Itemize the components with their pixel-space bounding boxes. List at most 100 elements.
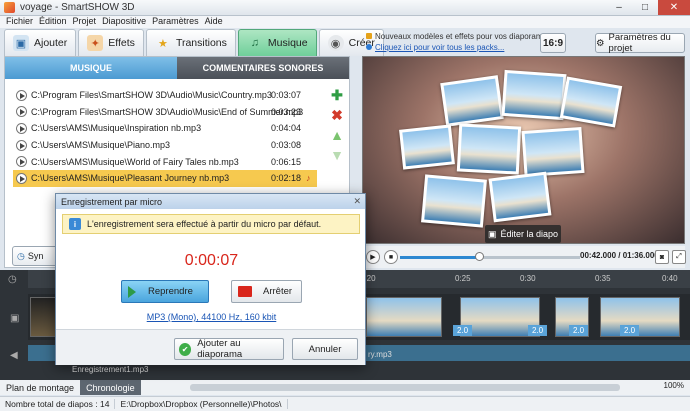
create-icon: ◉ xyxy=(327,35,344,51)
globe-icon xyxy=(366,44,372,50)
clock-icon: ◷ xyxy=(17,250,25,261)
speaker-icon: ◀ xyxy=(10,350,18,361)
ruler-tick: 0:35 xyxy=(595,274,611,283)
add-track-icon[interactable]: ✚ xyxy=(329,87,345,103)
delete-track-icon[interactable]: ✖ xyxy=(329,107,345,123)
dialog-footer: ✔ Ajouter au diaporama Annuler xyxy=(56,329,365,365)
audio-clip-label: ry.mp3 xyxy=(368,350,392,359)
move-up-icon[interactable]: ▲ xyxy=(329,127,345,143)
tab-effects-label: Effets xyxy=(108,37,135,49)
effects-icon: ✦ xyxy=(87,35,104,51)
track-path: C:\Program Files\SmartSHOW 3D\Audio\Musi… xyxy=(31,106,304,117)
menu-project[interactable]: Projet xyxy=(73,16,97,28)
subtab-music[interactable]: MUSIQUE xyxy=(5,57,177,79)
news-link[interactable]: Cliquez ici pour voir tous les packs... xyxy=(375,43,504,52)
tab-effects[interactable]: ✦ Effets xyxy=(78,29,144,56)
play-icon xyxy=(128,285,136,298)
playback-time: 00:42.000 / 01:36.000 xyxy=(580,251,659,260)
stop-button[interactable]: ■ xyxy=(384,250,398,264)
aspect-ratio-button[interactable]: 16:9 xyxy=(540,33,566,53)
play-icon[interactable] xyxy=(16,156,27,168)
slide-thumbnail[interactable] xyxy=(30,297,58,337)
zoom-level: 100% xyxy=(663,381,684,390)
play-icon[interactable] xyxy=(16,122,27,134)
menu-edit[interactable]: Édition xyxy=(39,16,67,28)
move-down-icon[interactable]: ▼ xyxy=(329,147,345,163)
ruler-tick: 0:25 xyxy=(455,274,471,283)
tab-timeline[interactable]: Chronologie xyxy=(80,380,141,395)
project-settings-button[interactable]: ⚙ Paramètres du projet xyxy=(595,32,685,54)
window-title: voyage - SmartSHOW 3D xyxy=(20,2,135,13)
preview-photo xyxy=(521,126,585,178)
preview-photo xyxy=(440,75,504,127)
ruler-tick: 0:30 xyxy=(520,274,536,283)
track-path: C:\Users\AMS\Musique\World of Fairy Tale… xyxy=(31,156,239,167)
subtab-voice-comments[interactable]: COMMENTAIRES SONORES xyxy=(177,57,349,79)
track-list: C:\Program Files\SmartSHOW 3D\Audio\Musi… xyxy=(13,87,317,187)
recording-timer: 0:00:07 xyxy=(184,252,239,269)
menu-bar: Fichier Édition Projet Diapositive Param… xyxy=(0,16,690,28)
transition-duration: 2.0 xyxy=(620,325,640,336)
resume-button[interactable]: Reprendre xyxy=(121,280,209,303)
close-icon[interactable]: ✕ xyxy=(353,196,361,207)
ruler-tick: 0:40 xyxy=(662,274,678,283)
track-row[interactable]: C:\Program Files\SmartSHOW 3D\Audio\Musi… xyxy=(13,87,317,104)
minimize-button[interactable]: – xyxy=(606,0,632,15)
play-icon[interactable] xyxy=(16,139,27,151)
edit-slide-button[interactable]: ▣ Éditer la diapo xyxy=(485,225,561,243)
check-icon: ✔ xyxy=(179,342,192,356)
slide-thumbnail[interactable] xyxy=(600,297,680,337)
track-row[interactable]: C:\Users\AMS\Musique\World of Fairy Tale… xyxy=(13,153,317,170)
play-icon[interactable] xyxy=(16,106,27,118)
menu-help[interactable]: Aide xyxy=(205,16,223,28)
track-row[interactable]: C:\Program Files\SmartSHOW 3D\Audio\Musi… xyxy=(13,104,317,121)
horizontal-scrollbar[interactable] xyxy=(190,384,620,391)
status-bar: Nombre total de diapos : 14 E:\Dropbox\D… xyxy=(0,396,690,411)
clock-icon: ◷ xyxy=(8,274,17,285)
tab-music[interactable]: ♫ Musique xyxy=(237,29,317,56)
title-bar: voyage - SmartSHOW 3D – □ ✕ xyxy=(0,0,690,16)
play-icon[interactable] xyxy=(16,89,27,101)
news-icon xyxy=(366,33,372,39)
slide-thumbnail[interactable] xyxy=(366,297,442,337)
menu-slide[interactable]: Diapositive xyxy=(102,16,146,28)
slide-preview[interactable] xyxy=(362,56,685,244)
audio-format-link[interactable]: MP3 (Mono), 44100 Hz, 160 kbit xyxy=(56,312,367,322)
news-banner: Nouveaux modèles et effets pour vos diap… xyxy=(365,30,551,54)
preview-photo xyxy=(501,69,567,121)
resume-label: Reprendre xyxy=(148,286,193,297)
track-duration: 0:04:04 xyxy=(271,123,302,134)
tab-transitions[interactable]: ★ Transitions xyxy=(145,29,236,56)
track-duration: 0:03:23 xyxy=(271,106,302,117)
add-to-slideshow-button[interactable]: ✔ Ajouter au diaporama xyxy=(174,338,284,360)
snapshot-icon[interactable]: ◙ xyxy=(655,250,669,264)
track-row[interactable]: C:\Users\AMS\Musique\Inspiration nb.mp3 … xyxy=(13,120,317,137)
fullscreen-icon[interactable]: ⤢ xyxy=(672,250,686,264)
close-button[interactable]: ✕ xyxy=(658,0,690,15)
tab-music-label: Musique xyxy=(267,37,308,49)
preview-photo xyxy=(421,174,487,228)
add-to-slideshow-label: Ajouter au diaporama xyxy=(197,338,243,360)
stop-label: Arrêter xyxy=(263,286,293,297)
play-icon[interactable] xyxy=(16,172,27,184)
news-text: Nouveaux modèles et effets pour vos diap… xyxy=(375,32,551,41)
seek-knob[interactable] xyxy=(475,252,484,261)
track-duration: 0:03:07 xyxy=(271,90,302,101)
track-path: C:\Users\AMS\Musique\Piano.mp3 xyxy=(31,140,171,151)
music-icon: ♫ xyxy=(250,37,260,49)
play-button[interactable]: ▶ xyxy=(366,250,380,264)
track-row[interactable]: C:\Users\AMS\Musique\Piano.mp3 0:03:08 xyxy=(13,137,317,154)
menu-file[interactable]: Fichier xyxy=(6,16,33,28)
track-duration: 0:03:08 xyxy=(271,140,302,151)
cancel-button[interactable]: Annuler xyxy=(292,338,358,360)
menu-settings[interactable]: Paramètres xyxy=(152,16,199,28)
tab-storyboard[interactable]: Plan de montage xyxy=(0,380,80,395)
tab-transitions-label: Transitions xyxy=(175,37,227,49)
sync-label: Syn xyxy=(27,251,44,261)
stop-button[interactable]: Arrêter xyxy=(231,280,302,303)
track-row-selected[interactable]: C:\Users\AMS\Musique\Pleasant Journey nb… xyxy=(13,169,317,187)
mic-recording-dialog: Enregistrement par micro ✕ i L'enregistr… xyxy=(55,193,366,365)
track-duration: 0:02:18 xyxy=(271,173,302,184)
tab-add[interactable]: ▣ Ajouter xyxy=(4,29,77,56)
maximize-button[interactable]: □ xyxy=(632,0,658,15)
